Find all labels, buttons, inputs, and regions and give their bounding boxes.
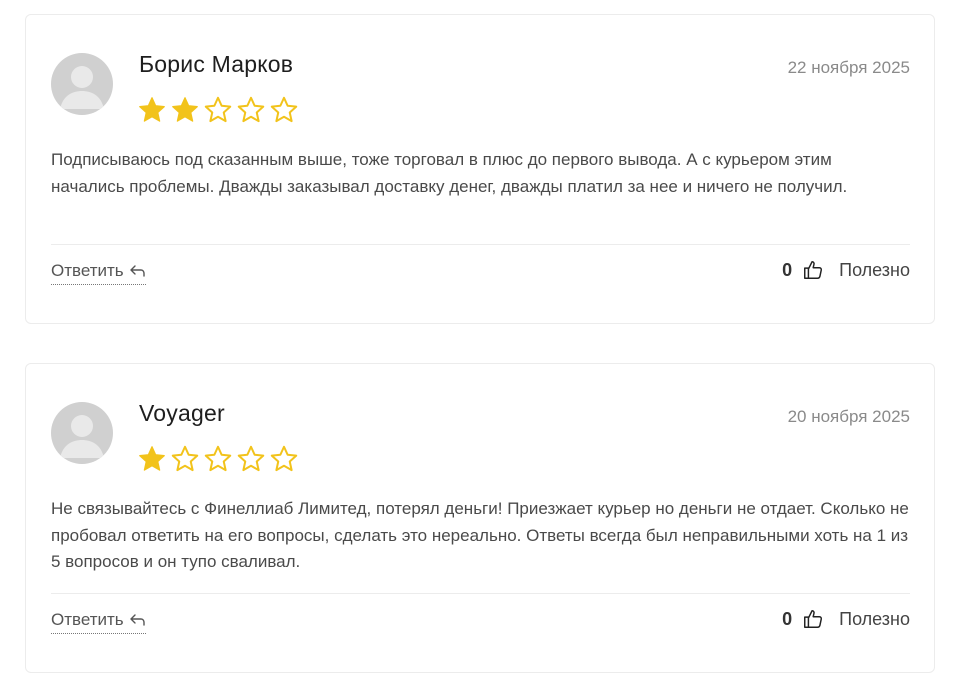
star-rating (137, 95, 299, 125)
review-text: Не связывайтесь с Финеллиаб Лимитед, пот… (51, 499, 909, 571)
reply-arrow-icon (129, 265, 145, 277)
helpful-label[interactable]: Полезно (839, 609, 910, 630)
review-date: 22 ноября 2025 (787, 58, 910, 77)
reply-label: Ответить (51, 261, 124, 280)
divider (51, 593, 910, 594)
avatar (51, 402, 113, 464)
user-avatar-icon (60, 415, 104, 458)
star-filled-icon (139, 446, 165, 471)
user-avatar-icon (60, 66, 104, 109)
star-empty-icon (270, 445, 298, 472)
star-filled-icon (172, 97, 198, 122)
reply-link[interactable]: Ответить (51, 610, 146, 634)
divider (51, 244, 910, 245)
star-empty-icon (270, 96, 298, 123)
avatar (51, 53, 113, 115)
star-empty-icon (204, 96, 232, 123)
star-empty-icon (204, 445, 232, 472)
reply-arrow-icon (129, 614, 145, 626)
helpful-label[interactable]: Полезно (839, 260, 910, 281)
star-empty-icon (237, 445, 265, 472)
reply-link[interactable]: Ответить (51, 261, 146, 285)
helpful-block: 0 Полезно (782, 259, 910, 281)
star-empty-icon (171, 445, 199, 472)
review-card: Voyager 20 ноября 2025 Не связывайтесь с… (25, 363, 935, 673)
reply-label: Ответить (51, 610, 124, 629)
review-text: Подписываюсь под сказанным выше, тоже то… (51, 150, 848, 196)
review-author: Борис Марков (139, 51, 294, 77)
review-author: Voyager (139, 400, 225, 426)
star-rating (137, 444, 299, 474)
thumbs-up-icon[interactable] (802, 608, 824, 630)
star-filled-icon (139, 97, 165, 122)
star-empty-icon (237, 96, 265, 123)
helpful-count: 0 (782, 608, 793, 629)
review-card: Борис Марков 22 ноября 2025 Подписываюсь… (25, 14, 935, 324)
helpful-block: 0 Полезно (782, 608, 910, 630)
helpful-count: 0 (782, 259, 793, 280)
thumbs-up-icon[interactable] (802, 259, 824, 281)
review-date: 20 ноября 2025 (787, 407, 910, 426)
